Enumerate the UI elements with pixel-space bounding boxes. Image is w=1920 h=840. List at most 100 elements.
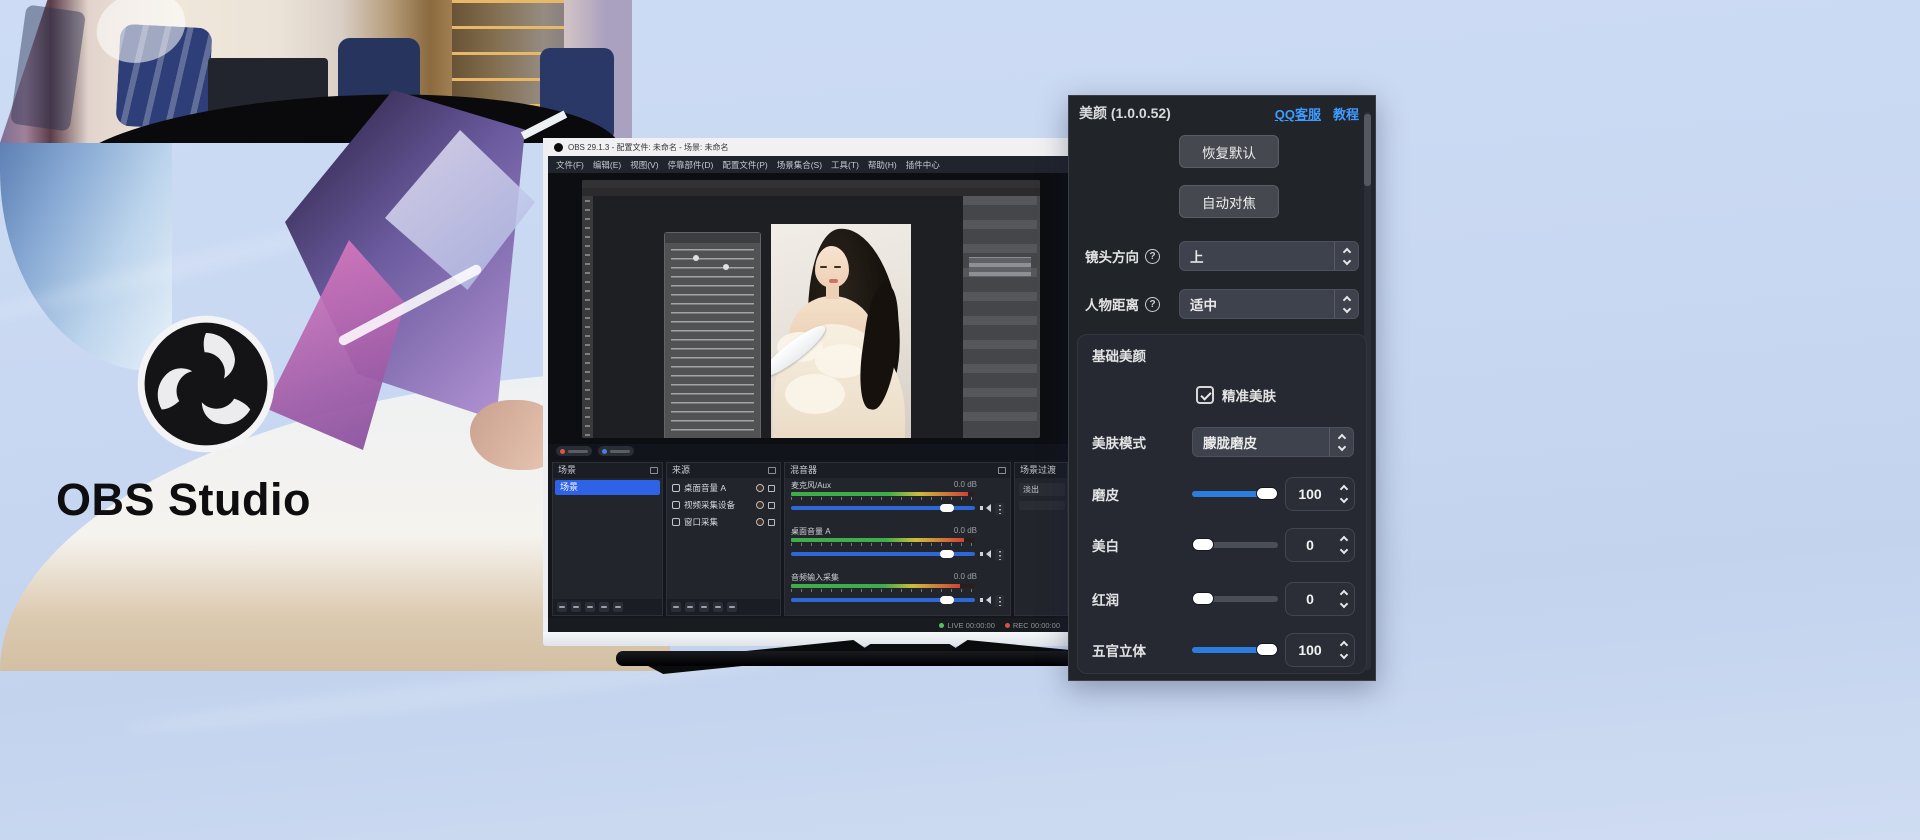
rec-dot-icon: [1005, 623, 1010, 628]
whitening-spinbox[interactable]: 0: [1285, 528, 1355, 562]
add-icon[interactable]: [557, 602, 567, 612]
select-spinner-icon[interactable]: [1334, 290, 1358, 318]
menu-file[interactable]: 文件(F): [556, 159, 584, 171]
mixer-dock-header[interactable]: 混音器: [785, 463, 1010, 478]
scene-item-selected[interactable]: 场景: [555, 480, 660, 495]
visibility-icon[interactable]: [756, 501, 764, 509]
dock-menu-icon[interactable]: [998, 467, 1006, 474]
speaker-icon[interactable]: [980, 550, 989, 558]
lock-icon[interactable]: [768, 502, 775, 509]
menu-profile[interactable]: 配置文件(P): [722, 159, 767, 171]
red-dot-icon: [560, 449, 565, 454]
obs-preview-area[interactable]: [548, 173, 1068, 444]
volume-slider-handle[interactable]: [940, 504, 954, 512]
duplicate-icon[interactable]: [585, 602, 595, 612]
channel-options-icon[interactable]: [995, 595, 1004, 607]
obs-window: OBS 29.1.3 - 配置文件: 未命名 - 场景: 未命名 文件(F) 编…: [548, 138, 1068, 632]
portrait-photo: [771, 224, 911, 438]
transition-select[interactable]: 淡出: [1019, 483, 1065, 496]
channel-options-icon[interactable]: [995, 549, 1004, 561]
meter-ticks: [791, 497, 975, 500]
dock-menu-icon[interactable]: [650, 467, 658, 474]
spinbox-arrows-icon[interactable]: [1341, 583, 1347, 615]
slider-handle[interactable]: [1192, 592, 1214, 605]
rosy-slider-row: 红润 0: [1078, 582, 1368, 616]
spinbox-arrows-icon[interactable]: [1341, 529, 1347, 561]
scrollbar-thumb[interactable]: [1364, 114, 1371, 186]
source-row[interactable]: 桌面音量 A: [669, 480, 778, 496]
add-icon[interactable]: [671, 602, 681, 612]
volume-slider-handle[interactable]: [940, 596, 954, 604]
slider-handle[interactable]: [1256, 643, 1278, 656]
ps-dialog-art: [664, 232, 761, 438]
skin-mode-select[interactable]: 朦胧磨皮: [1192, 427, 1354, 457]
menu-scene-collection[interactable]: 场景集合(S): [777, 159, 822, 171]
face-3d-slider[interactable]: [1192, 647, 1278, 653]
source-row[interactable]: 窗口采集: [669, 514, 778, 530]
volume-meter: [791, 584, 975, 588]
move-down-icon[interactable]: [613, 602, 623, 612]
lock-icon[interactable]: [768, 519, 775, 526]
volume-slider[interactable]: [791, 506, 975, 510]
preview-chip[interactable]: [556, 446, 592, 456]
spinbox-arrows-icon[interactable]: [1341, 634, 1347, 666]
properties-icon[interactable]: [699, 602, 709, 612]
smoothing-slider[interactable]: [1192, 491, 1278, 497]
face-3d-spinbox[interactable]: 100: [1285, 633, 1355, 667]
basic-beauty-group: 基础美颜 精准美肤 美肤模式 朦胧磨皮 磨皮 100: [1077, 334, 1367, 674]
volume-slider[interactable]: [791, 598, 975, 602]
checkbox-checked-icon[interactable]: [1196, 386, 1214, 404]
lens-direction-select[interactable]: 上: [1179, 241, 1359, 271]
volume-slider-handle[interactable]: [940, 550, 954, 558]
precise-skin-row[interactable]: 精准美肤: [1196, 385, 1276, 405]
dock-menu-icon[interactable]: [768, 467, 776, 474]
speaker-icon[interactable]: [980, 504, 989, 512]
help-icon[interactable]: ?: [1145, 297, 1160, 312]
ps-dialog-header-art: [665, 233, 760, 243]
scenes-dock-header[interactable]: 场景: [553, 463, 662, 478]
obs-preview-chips: [556, 446, 634, 456]
channel-options-icon[interactable]: [995, 503, 1004, 515]
volume-slider[interactable]: [791, 552, 975, 556]
obs-app-icon: [554, 143, 563, 152]
qq-support-link[interactable]: QQ客服: [1275, 104, 1321, 123]
tutorial-link[interactable]: 教程: [1333, 104, 1359, 123]
move-up-icon[interactable]: [713, 602, 723, 612]
restore-default-button[interactable]: 恢复默认: [1179, 135, 1279, 168]
sources-dock-header[interactable]: 来源: [667, 463, 780, 478]
menu-edit[interactable]: 编辑(E): [593, 159, 621, 171]
lock-icon[interactable]: [768, 485, 775, 492]
source-row[interactable]: 视频采集设备: [669, 497, 778, 513]
autofocus-button[interactable]: 自动对焦: [1179, 185, 1279, 218]
remove-icon[interactable]: [571, 602, 581, 612]
smoothing-spinbox[interactable]: 100: [1285, 477, 1355, 511]
move-up-icon[interactable]: [599, 602, 609, 612]
help-icon[interactable]: ?: [1145, 249, 1160, 264]
portrait-ruffle-art: [785, 374, 845, 414]
speaker-icon[interactable]: [980, 596, 989, 604]
select-spinner-icon[interactable]: [1334, 242, 1358, 270]
obs-window-title: OBS 29.1.3 - 配置文件: 未命名 - 场景: 未命名: [568, 142, 728, 153]
visibility-icon[interactable]: [756, 518, 764, 526]
move-down-icon[interactable]: [727, 602, 737, 612]
menu-plugin-center[interactable]: 插件中心: [906, 159, 940, 171]
slider-handle[interactable]: [1256, 487, 1278, 500]
menu-tools[interactable]: 工具(T): [831, 159, 859, 171]
menu-view[interactable]: 视图(V): [630, 159, 658, 171]
obs-titlebar[interactable]: OBS 29.1.3 - 配置文件: 未命名 - 场景: 未命名: [548, 138, 1068, 156]
preview-chip[interactable]: [598, 446, 634, 456]
menu-docks[interactable]: 停靠部件(D): [668, 159, 714, 171]
menu-help[interactable]: 帮助(H): [868, 159, 897, 171]
transition-duration[interactable]: [1019, 501, 1065, 510]
person-distance-select[interactable]: 适中: [1179, 289, 1359, 319]
slider-handle[interactable]: [1192, 538, 1214, 551]
rosy-spinbox[interactable]: 0: [1285, 582, 1355, 616]
person-distance-label: 人物距离 ?: [1085, 289, 1160, 319]
remove-icon[interactable]: [685, 602, 695, 612]
whitening-slider[interactable]: [1192, 542, 1278, 548]
spinbox-arrows-icon[interactable]: [1341, 478, 1347, 510]
visibility-icon[interactable]: [756, 484, 764, 492]
rosy-slider[interactable]: [1192, 596, 1278, 602]
transition-dock-header[interactable]: 场景过渡: [1015, 463, 1067, 478]
select-spinner-icon[interactable]: [1329, 428, 1353, 456]
